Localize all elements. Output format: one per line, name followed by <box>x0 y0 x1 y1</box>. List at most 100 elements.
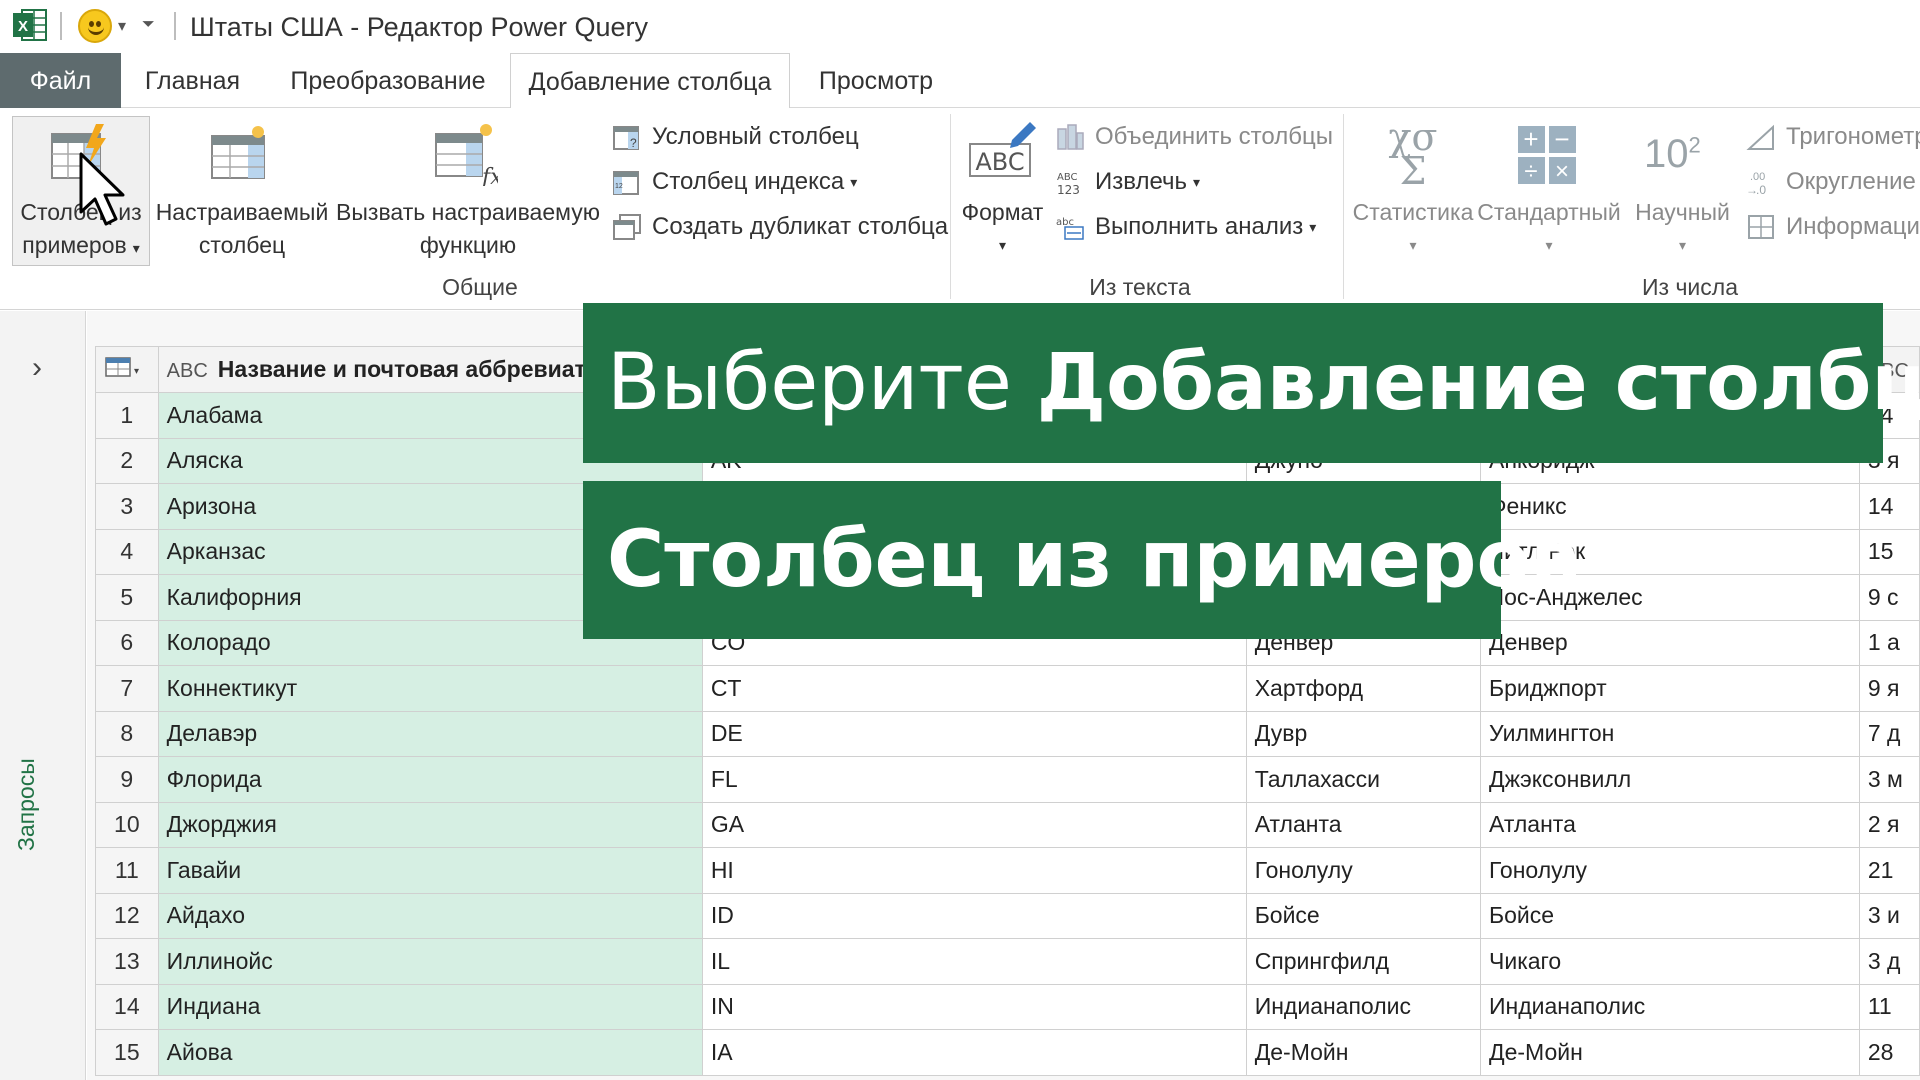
cell-name[interactable]: Айова <box>157 1029 703 1076</box>
cell-name[interactable]: Гавайи <box>157 847 703 894</box>
table-row[interactable]: 8 Делавэр DE Дувр Уилмингтон 7 д <box>95 710 1920 757</box>
cell-extra[interactable]: 3 д <box>1858 938 1920 985</box>
cell-capital[interactable]: Бойсе <box>1245 892 1482 939</box>
cell-largest[interactable]: Атланта <box>1480 801 1860 848</box>
cell-abbr[interactable]: HI <box>701 847 1247 894</box>
customize-toolbar-icon[interactable]: ⏷ <box>142 16 155 34</box>
merge-columns-button[interactable]: Объединить столбцы <box>1055 123 1333 151</box>
row-number[interactable]: 8 <box>95 710 159 757</box>
information-button[interactable]: Информация <box>1746 213 1920 241</box>
cell-name[interactable]: Флорида <box>157 756 703 803</box>
table-row[interactable]: 9 Флорида FL Таллахасси Джэксонвилл 3 м <box>95 756 1920 803</box>
cell-abbr[interactable]: IL <box>701 938 1247 985</box>
trigonometry-button[interactable]: Тригонометр <box>1746 123 1920 151</box>
cell-capital[interactable]: Гонолулу <box>1245 847 1482 894</box>
cell-largest[interactable]: Бриджпорт <box>1480 665 1860 712</box>
cell-extra[interactable]: 9 с <box>1858 574 1920 621</box>
cell-extra[interactable]: 11 <box>1858 983 1920 1030</box>
row-number[interactable]: 2 <box>95 437 159 484</box>
cell-name[interactable]: Джорджия <box>157 801 703 848</box>
cell-extra[interactable]: 3 м <box>1858 756 1920 803</box>
cell-largest[interactable]: Чикаго <box>1480 938 1860 985</box>
cell-extra[interactable]: 9 я <box>1858 665 1920 712</box>
cell-extra[interactable]: 1 а <box>1858 619 1920 666</box>
row-number[interactable]: 13 <box>95 938 159 985</box>
tab-home[interactable]: Главная <box>135 53 250 108</box>
standard-button[interactable]: Стандартный ▾ <box>1475 196 1623 262</box>
table-row[interactable]: 15 Айова IA Де-Мойн Де-Мойн 28 <box>95 1029 1920 1076</box>
cell-extra[interactable]: 3 и <box>1858 892 1920 939</box>
row-number[interactable]: 3 <box>95 483 159 530</box>
cell-largest[interactable]: Джэксонвилл <box>1480 756 1860 803</box>
extract-button[interactable]: ABC 123 Извлечь ▾ <box>1055 168 1200 196</box>
tab-add-column[interactable]: Добавление столбца <box>510 53 790 109</box>
statistics-button[interactable]: Статистика ▾ <box>1352 196 1474 262</box>
row-number[interactable]: 4 <box>95 528 159 575</box>
smiley-dropdown-icon[interactable]: ▾ <box>118 16 126 36</box>
cell-largest[interactable]: Бойсе <box>1480 892 1860 939</box>
cell-name[interactable]: Коннектикут <box>157 665 703 712</box>
cell-abbr[interactable]: IA <box>701 1029 1247 1076</box>
row-number[interactable]: 6 <box>95 619 159 666</box>
cell-largest[interactable]: Уилмингтон <box>1480 710 1860 757</box>
row-number[interactable]: 11 <box>95 847 159 894</box>
row-number[interactable]: 7 <box>95 665 159 712</box>
cell-extra[interactable]: 15 <box>1858 528 1920 575</box>
tab-view[interactable]: Просмотр <box>808 53 944 108</box>
row-number[interactable]: 14 <box>95 983 159 1030</box>
table-row[interactable]: 7 Коннектикут CT Хартфорд Бриджпорт 9 я <box>95 665 1920 712</box>
table-row[interactable]: 14 Индиана IN Индианаполис Индианаполис 11 <box>95 983 1920 1030</box>
row-number[interactable]: 5 <box>95 574 159 621</box>
row-number[interactable]: 15 <box>95 1029 159 1076</box>
cell-capital[interactable]: Атланта <box>1245 801 1482 848</box>
cell-largest[interactable]: Индианаполис <box>1480 983 1860 1030</box>
row-number[interactable]: 1 <box>95 392 159 439</box>
format-button[interactable]: Формат ▾ <box>955 196 1050 262</box>
queries-pane-label[interactable]: Запросы <box>13 758 40 851</box>
cell-abbr[interactable]: FL <box>701 756 1247 803</box>
cell-name[interactable]: Индиана <box>157 983 703 1030</box>
cell-extra[interactable]: 7 д <box>1858 710 1920 757</box>
cell-abbr[interactable]: CT <box>701 665 1247 712</box>
cell-name[interactable]: Делавэр <box>157 710 703 757</box>
table-row[interactable]: 11 Гавайи HI Гонолулу Гонолулу 21 <box>95 847 1920 894</box>
invoke-function-button[interactable]: Вызвать настраиваемую функцию <box>333 196 603 262</box>
text-type-icon[interactable]: ABC <box>167 360 208 382</box>
cell-largest[interactable]: Де-Мойн <box>1480 1029 1860 1076</box>
cell-capital[interactable]: Спрингфилд <box>1245 938 1482 985</box>
index-column-button[interactable]: 12 Столбец индекса ▾ <box>612 168 857 196</box>
cell-capital[interactable]: Таллахасси <box>1245 756 1482 803</box>
cell-name[interactable]: Айдахо <box>157 892 703 939</box>
cell-capital[interactable]: Хартфорд <box>1245 665 1482 712</box>
cell-capital[interactable]: Индианаполис <box>1245 983 1482 1030</box>
conditional-column-button[interactable]: ? Условный столбец <box>612 123 859 151</box>
tab-transform[interactable]: Преобразование <box>283 53 493 108</box>
row-number[interactable]: 10 <box>95 801 159 848</box>
excel-icon[interactable]: X <box>12 8 48 42</box>
table-row[interactable]: 13 Иллинойс IL Спрингфилд Чикаго 3 д <box>95 938 1920 985</box>
table-row[interactable]: 12 Айдахо ID Бойсе Бойсе 3 и <box>95 892 1920 939</box>
cell-capital[interactable]: Дувр <box>1245 710 1482 757</box>
parse-button[interactable]: abc Выполнить анализ ▾ <box>1055 213 1316 241</box>
expand-chevron-icon[interactable]: › <box>32 351 42 385</box>
row-number[interactable]: 9 <box>95 756 159 803</box>
cell-extra[interactable]: 2 я <box>1858 801 1920 848</box>
cell-abbr[interactable]: GA <box>701 801 1247 848</box>
duplicate-column-button[interactable]: Создать дубликат столбца <box>612 213 948 241</box>
table-menu-button[interactable]: ▾ <box>95 346 159 393</box>
cell-extra[interactable]: 21 <box>1858 847 1920 894</box>
cell-abbr[interactable]: ID <box>701 892 1247 939</box>
cell-largest[interactable]: Денвер <box>1480 619 1860 666</box>
cell-abbr[interactable]: IN <box>701 983 1247 1030</box>
table-row[interactable]: 10 Джорджия GA Атланта Атланта 2 я <box>95 801 1920 848</box>
cell-extra[interactable]: 28 <box>1858 1029 1920 1076</box>
custom-column-button[interactable]: Настраиваемый столбец <box>153 196 331 262</box>
smiley-icon[interactable] <box>78 9 112 43</box>
cell-extra[interactable]: 14 <box>1858 483 1920 530</box>
row-number[interactable]: 12 <box>95 892 159 939</box>
cell-name[interactable]: Иллинойс <box>157 938 703 985</box>
rounding-button[interactable]: .00.0→ Округление▾ <box>1746 168 1920 196</box>
cell-largest[interactable]: Гонолулу <box>1480 847 1860 894</box>
cell-abbr[interactable]: DE <box>701 710 1247 757</box>
cell-capital[interactable]: Де-Мойн <box>1245 1029 1482 1076</box>
